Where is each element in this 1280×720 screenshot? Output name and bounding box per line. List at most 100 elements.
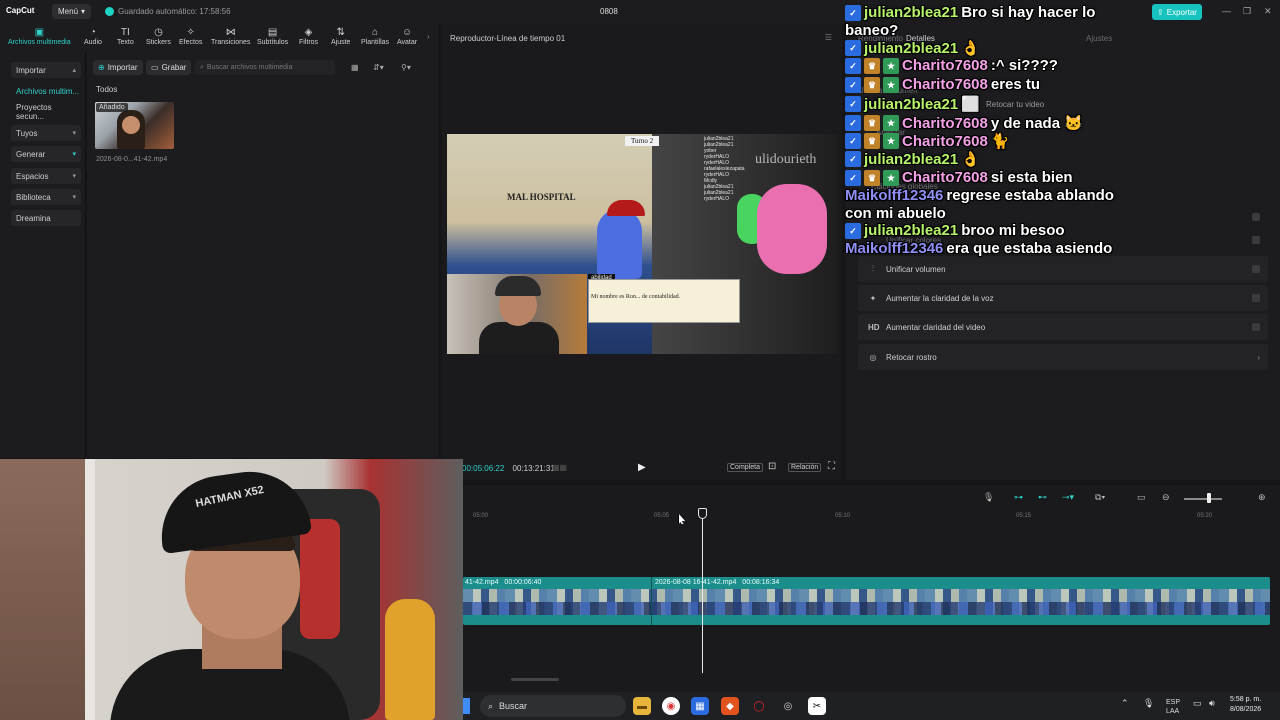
import-button[interactable]: ⊕ Importar: [93, 60, 143, 75]
chat-text: y de nada 🐱: [990, 115, 1083, 132]
transitions-icon: ⋈: [225, 27, 236, 38]
row-video-clarity[interactable]: HD Aumentar claridad del video: [858, 314, 1268, 340]
full-quality-button[interactable]: Completa: [727, 463, 763, 472]
toggle[interactable]: [1252, 265, 1260, 273]
caption-icon[interactable]: ▭: [1137, 492, 1146, 503]
speaker-icon[interactable]: 🔊︎: [1209, 698, 1215, 709]
tab-label: Subtítulos: [257, 39, 289, 46]
sidebar-item-yours[interactable]: Tuyos ▾: [11, 125, 81, 141]
kick-badge-icon: ✓: [845, 222, 861, 239]
tab-filters[interactable]: ◈ Filtros: [299, 27, 318, 46]
obs-icon[interactable]: ◎: [779, 697, 797, 715]
sidebar-import[interactable]: Importar ▴: [11, 62, 81, 78]
timeline-ruler[interactable]: 05:00 05:05 05:10 05:15 05:20: [463, 511, 1280, 525]
tab-stickers[interactable]: ◷ Stickers: [146, 27, 171, 46]
chevron-right-icon[interactable]: ›: [427, 32, 430, 41]
row-unify-volume[interactable]: ⫶ Unificar volumen: [858, 256, 1268, 282]
zoom-out-icon[interactable]: ⊖: [1162, 492, 1170, 503]
zoom-slider-handle[interactable]: [1207, 493, 1211, 503]
timeline-scrollbar[interactable]: [511, 678, 559, 681]
chair-red-stripe: [300, 519, 340, 639]
sidebar-item-secondary-projects[interactable]: Proyectos secun...: [11, 103, 81, 121]
media-section-title: Todos: [96, 85, 118, 94]
grid-icon[interactable]: ▦▦: [552, 463, 567, 472]
avatar-icon: ☺: [401, 27, 413, 38]
tab-subtitles[interactable]: ▤ Subtítulos: [257, 27, 288, 46]
tab-templates[interactable]: ⌂ Plantillas: [361, 27, 389, 46]
clip1-label: 41-42.mp4 00:00:06:40: [465, 579, 541, 586]
tab-adjust[interactable]: ⇅ Ajuste: [331, 27, 350, 46]
link-clips-icon[interactable]: ⊶: [1014, 492, 1023, 503]
magnet-icon[interactable]: ⊷: [1038, 492, 1047, 503]
export-button[interactable]: ⇪ Exportar: [1152, 4, 1202, 20]
capcut-taskbar-icon[interactable]: ✂: [808, 697, 826, 715]
grid-view-icon[interactable]: ▦: [351, 63, 359, 72]
tab-transitions[interactable]: ⋈ Transiciones: [211, 27, 250, 46]
sidebar-item-generate[interactable]: Generar ▾: [11, 146, 81, 162]
search-icon: ⌕: [488, 700, 494, 711]
project-title[interactable]: 0808: [600, 7, 618, 16]
windows-start-icon[interactable]: [463, 698, 470, 714]
fullscreen-icon[interactable]: ⛶: [828, 461, 835, 472]
sidebar-item-library[interactable]: Biblioteca ▾: [11, 189, 81, 205]
webcam-feed: HATMAN X52: [0, 459, 463, 720]
chat-text: ⬜: [961, 96, 980, 113]
tab-audio[interactable]: ◔ Audio: [84, 27, 102, 46]
sidebar-item-label: Espacios: [16, 171, 49, 181]
toggle[interactable]: [1252, 236, 1260, 244]
hamburger-icon[interactable]: ☰: [825, 33, 832, 42]
maximize-icon[interactable]: ❐: [1243, 6, 1251, 17]
taskbar-clock[interactable]: 5:58 p. m. 8/08/2026: [1230, 695, 1261, 715]
tab-avatar[interactable]: ☺ Avatar: [397, 27, 417, 46]
chevron-up-icon[interactable]: ⌃: [1121, 698, 1129, 709]
store-icon[interactable]: ▦: [691, 697, 709, 715]
record-button[interactable]: ▭ Grabar: [146, 60, 192, 75]
file-explorer-icon[interactable]: ▬: [633, 697, 651, 715]
capcut-window: CapCut Menú ▾ Guardado automático: 17:58…: [0, 0, 1280, 720]
minimize-icon[interactable]: —: [1222, 6, 1231, 16]
watermark-text: ulidourieth: [755, 152, 817, 167]
sticker-icon: ◷: [154, 27, 163, 38]
sidebar-item-dreamina[interactable]: Dreamina: [11, 210, 81, 226]
media-search-input[interactable]: ⌕ Buscar archivos multimedia: [195, 60, 335, 75]
tab-media[interactable]: ▣ Archivos multimedia: [8, 27, 71, 46]
sidebar-item-spaces[interactable]: Espacios ▾: [11, 168, 81, 184]
taskbar-search[interactable]: ⌕ Buscar: [480, 695, 626, 717]
playhead-handle[interactable]: [698, 508, 707, 519]
preview-axis-icon[interactable]: ⊸▾: [1062, 492, 1074, 503]
network-icon[interactable]: ▭: [1193, 698, 1202, 709]
tab-effects[interactable]: ✧ Efectos: [179, 27, 202, 46]
clock-date: 8/08/2026: [1230, 706, 1262, 713]
sort-icon[interactable]: ⇵▾: [373, 63, 384, 72]
toggle[interactable]: [1252, 294, 1260, 302]
language-indicator[interactable]: ESP LAA: [1166, 698, 1180, 716]
kick-badge-icon: ✓: [845, 57, 861, 74]
split-icon[interactable]: ⧉▾: [1095, 492, 1105, 503]
microphone-icon[interactable]: 🎙︎: [1143, 698, 1154, 709]
zoom-in-icon[interactable]: ⊕: [1258, 492, 1266, 503]
video-preview[interactable]: MAL HOSPITAL Turno 2 julian2blea21 julian…: [447, 134, 838, 354]
toggle[interactable]: [1252, 323, 1260, 331]
playhead-line[interactable]: [702, 509, 703, 673]
chat-text: 🐈: [990, 133, 1010, 150]
toggle[interactable]: [1252, 213, 1260, 221]
autosave-status: Guardado automático: 17:58:56: [105, 7, 231, 16]
play-icon[interactable]: ▶: [638, 462, 646, 473]
tab-text[interactable]: TI Texto: [117, 27, 134, 46]
filter-icon[interactable]: ⚲▾: [401, 63, 411, 72]
row-voice-clarity[interactable]: ✦ Aumentar la claridad de la voz: [858, 285, 1268, 311]
microphone-icon[interactable]: 🎙︎: [983, 492, 994, 503]
chrome-icon[interactable]: ◉: [662, 697, 680, 715]
close-icon[interactable]: ✕: [1264, 6, 1272, 17]
ratio-button[interactable]: Relación: [788, 463, 822, 472]
sidebar-item-media-files[interactable]: Archivos multim...: [11, 83, 81, 99]
clip2-name: 2026-08-08 16-41-42.mp4: [655, 579, 737, 586]
screenshot-icon[interactable]: ⊡: [768, 461, 776, 472]
zoom-slider[interactable]: [1184, 498, 1222, 500]
row-face-retouch[interactable]: ◎ Retocar rostro ›: [858, 344, 1268, 370]
menu-button[interactable]: Menú ▾: [52, 4, 92, 19]
brave-icon[interactable]: ◆: [721, 697, 739, 715]
opera-icon[interactable]: ◯: [750, 697, 768, 715]
crown-badge-icon: ♛: [864, 76, 880, 93]
video-track[interactable]: 41-42.mp4 00:00:06:40 2026-08-08 16-41-4…: [463, 577, 1270, 625]
